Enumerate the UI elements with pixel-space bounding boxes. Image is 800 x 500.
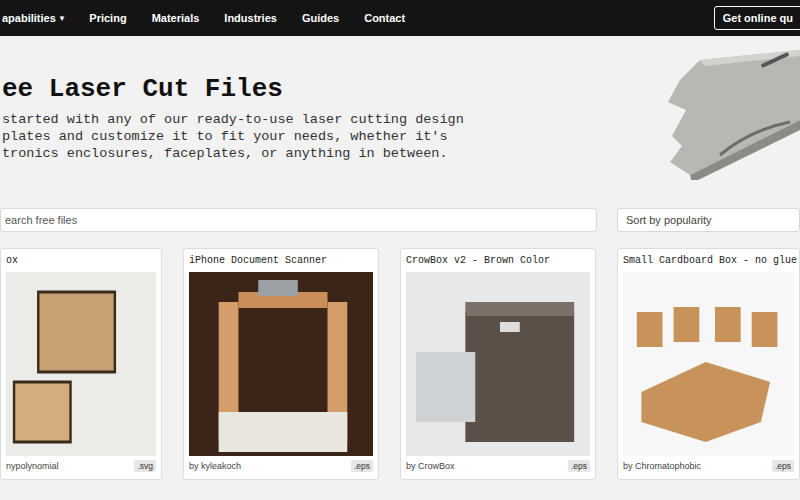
card-author: nypolynomial [6,461,59,471]
nav-label[interactable]: apabilities [2,12,56,24]
card-title[interactable]: Small Cardboard Box - no glue [618,249,799,272]
file-grid: ox nypolynomial .svg iPhone Document Scanne… [0,248,800,480]
card-author: by Chromatophobic [623,461,701,471]
hero-text: ee Laser Cut Files started with any of ou… [2,74,660,208]
hero: ee Laser Cut Files started with any of ou… [0,36,800,208]
format-badge: .eps [351,460,373,472]
card-footer: by Chromatophobic .eps [618,456,799,476]
format-badge: .svg [134,460,156,472]
nav-label[interactable]: Industries [224,12,277,24]
hero-description: started with any of our ready-to-use las… [2,111,660,162]
description-line: tronics enclosures, faceplates, or anyth… [2,145,660,162]
format-badge: .eps [772,460,794,472]
nav-label[interactable]: Pricing [89,12,126,24]
card-image[interactable] [6,272,156,456]
nav-item[interactable]: Pricing [89,12,126,24]
nav-item[interactable]: Industries [224,12,277,24]
description-line: started with any of our ready-to-use las… [2,111,660,128]
nav-label[interactable]: Guides [302,12,339,24]
card-footer: by kyleakoch .eps [184,456,378,476]
card-image[interactable] [623,272,794,456]
hero-part-icon [660,50,800,208]
card-image[interactable] [189,272,373,456]
card-title[interactable]: CrowBox v2 - Brown Color [401,249,595,272]
card-image[interactable] [406,272,590,456]
card-title[interactable]: ox [1,249,161,272]
card-footer: nypolynomial .svg [1,456,161,476]
toolbar: Sort by popularity [0,208,800,232]
file-card[interactable]: ox nypolynomial .svg [0,248,162,480]
card-author: by CrowBox [406,461,455,471]
nav-item[interactable]: apabilities ▾ [2,12,64,24]
format-badge: .eps [568,460,590,472]
file-card[interactable]: Small Cardboard Box - no glue by Chromato… [617,248,800,480]
quote-button[interactable]: Get online qu [714,6,800,30]
nav-label[interactable]: Contact [364,12,405,24]
nav-item[interactable]: Materials [152,12,200,24]
top-nav: apabilities ▾ Pricing Materials Industries Gu… [0,0,800,36]
nav-item[interactable]: Guides [302,12,339,24]
file-card[interactable]: CrowBox v2 - Brown Color by CrowBox .eps [400,248,596,480]
nav-item[interactable]: Contact [364,12,405,24]
file-card[interactable]: iPhone Document Scanner by kyleakoch .eps [183,248,379,480]
sort-dropdown[interactable]: Sort by popularity [617,208,800,232]
nav-label[interactable]: Materials [152,12,200,24]
card-title[interactable]: iPhone Document Scanner [184,249,378,272]
search-field[interactable] [0,208,597,232]
page-title: ee Laser Cut Files [2,74,660,104]
card-footer: by CrowBox .eps [401,456,595,476]
nav-menu: apabilities ▾ Pricing Materials Industries Gu… [2,12,714,24]
caret-icon[interactable]: ▾ [60,13,65,23]
description-line: plates and customize it to fit your need… [2,128,660,145]
card-author: by kyleakoch [189,461,241,471]
